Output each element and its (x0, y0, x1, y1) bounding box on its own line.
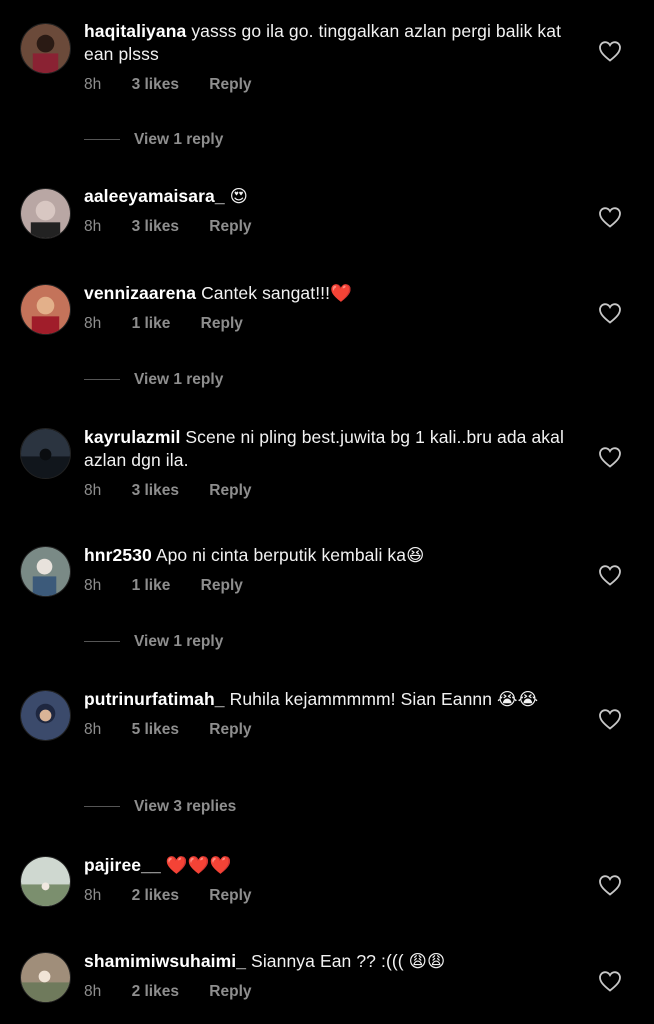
comment-time: 8h (84, 887, 102, 904)
comment-meta: 8h 3 likes Reply (84, 76, 564, 98)
view-replies-label[interactable]: View 1 reply (134, 633, 223, 650)
comment-time: 8h (84, 577, 102, 594)
comment-text: kayrulazmil Scene ni pling best.juwita b… (84, 426, 564, 472)
comment-body: Ruhila kejammmmm! Sian Eannn 😭😭 (229, 689, 539, 709)
reply-button[interactable]: Reply (201, 577, 243, 595)
comment-body: 😍 (229, 186, 248, 206)
divider-line (84, 806, 120, 808)
comment-time: 8h (84, 76, 102, 93)
comment-likes[interactable]: 1 like (132, 315, 171, 333)
comment-username[interactable]: shamimiwsuhaimi_ (84, 951, 246, 971)
comment-meta: 8h 2 likes Reply (84, 887, 564, 909)
comment-text: aaleeyamaisara_ 😍 (84, 185, 564, 208)
view-replies-button[interactable]: View 1 reply (84, 131, 223, 153)
heart-outline-icon[interactable] (598, 970, 622, 992)
divider-line (84, 139, 120, 141)
comment-username[interactable]: pajiree__ (84, 855, 161, 875)
comment-username[interactable]: haqitaliyana (84, 21, 186, 41)
heart-outline-icon[interactable] (598, 206, 622, 228)
avatar[interactable] (20, 23, 71, 74)
comment-text: shamimiwsuhaimi_ Siannya Ean ?? :((( 😩😩 (84, 950, 564, 973)
view-replies-label[interactable]: View 1 reply (134, 371, 223, 388)
comment-text: pajiree__ ❤️❤️❤️ (84, 854, 564, 877)
reply-button[interactable]: Reply (209, 887, 251, 905)
avatar[interactable] (20, 188, 71, 239)
comment-username[interactable]: putrinurfatimah_ (84, 689, 225, 709)
comment-body: Siannya Ean ?? :((( 😩😩 (251, 951, 446, 971)
view-replies-button[interactable]: View 1 reply (84, 633, 223, 655)
comment-meta: 8h 1 like Reply (84, 577, 564, 599)
comment-meta: 8h 3 likes Reply (84, 218, 564, 240)
view-replies-button[interactable]: View 3 replies (84, 798, 236, 820)
comment-likes[interactable]: 3 likes (132, 76, 179, 94)
comment-text: hnr2530 Apo ni cinta berputik kembali ka… (84, 544, 564, 567)
reply-button[interactable]: Reply (209, 76, 251, 94)
comment-time: 8h (84, 482, 102, 499)
avatar[interactable] (20, 690, 71, 741)
comment-meta: 8h 3 likes Reply (84, 482, 564, 504)
divider-line (84, 379, 120, 381)
heart-outline-icon[interactable] (598, 40, 622, 62)
reply-button[interactable]: Reply (209, 983, 251, 1001)
comment-meta: 8h 2 likes Reply (84, 983, 564, 1005)
comment-username[interactable]: hnr2530 (84, 545, 152, 565)
reply-button[interactable]: Reply (209, 218, 251, 236)
comment-time: 8h (84, 983, 102, 1000)
comment-username[interactable]: aaleeyamaisara_ (84, 186, 225, 206)
comment-time: 8h (84, 315, 102, 332)
view-replies-label[interactable]: View 1 reply (134, 131, 223, 148)
comment-body: Apo ni cinta berputik kembali ka😆 (155, 545, 425, 565)
heart-outline-icon[interactable] (598, 302, 622, 324)
avatar[interactable] (20, 428, 71, 479)
comment-time: 8h (84, 218, 102, 235)
divider-line (84, 641, 120, 643)
comment-text: putrinurfatimah_ Ruhila kejammmmm! Sian … (84, 688, 564, 711)
avatar[interactable] (20, 284, 71, 335)
comment-likes[interactable]: 5 likes (132, 721, 179, 739)
avatar[interactable] (20, 952, 71, 1003)
comment-meta: 8h 1 like Reply (84, 315, 564, 337)
comment-body: ❤️❤️❤️ (165, 855, 232, 875)
comment-likes[interactable]: 3 likes (132, 482, 179, 500)
heart-outline-icon[interactable] (598, 446, 622, 468)
comment-likes[interactable]: 2 likes (132, 887, 179, 905)
view-replies-label[interactable]: View 3 replies (134, 798, 236, 815)
comment-likes[interactable]: 3 likes (132, 218, 179, 236)
avatar[interactable] (20, 856, 71, 907)
comment-username[interactable]: vennizaarena (84, 283, 196, 303)
comment-time: 8h (84, 721, 102, 738)
view-replies-button[interactable]: View 1 reply (84, 371, 223, 393)
comment-username[interactable]: kayrulazmil (84, 427, 180, 447)
reply-button[interactable]: Reply (201, 315, 243, 333)
heart-outline-icon[interactable] (598, 564, 622, 586)
comment-likes[interactable]: 2 likes (132, 983, 179, 1001)
comment-meta: 8h 5 likes Reply (84, 721, 564, 743)
comment-text: haqitaliyana yasss go ila go. tinggalkan… (84, 20, 564, 66)
heart-outline-icon[interactable] (598, 708, 622, 730)
reply-button[interactable]: Reply (209, 482, 251, 500)
comment-body: Cantek sangat!!!❤️ (201, 283, 352, 303)
reply-button[interactable]: Reply (209, 721, 251, 739)
avatar[interactable] (20, 546, 71, 597)
comment-text: vennizaarena Cantek sangat!!!❤️ (84, 282, 564, 305)
heart-outline-icon[interactable] (598, 874, 622, 896)
comment-likes[interactable]: 1 like (132, 577, 171, 595)
